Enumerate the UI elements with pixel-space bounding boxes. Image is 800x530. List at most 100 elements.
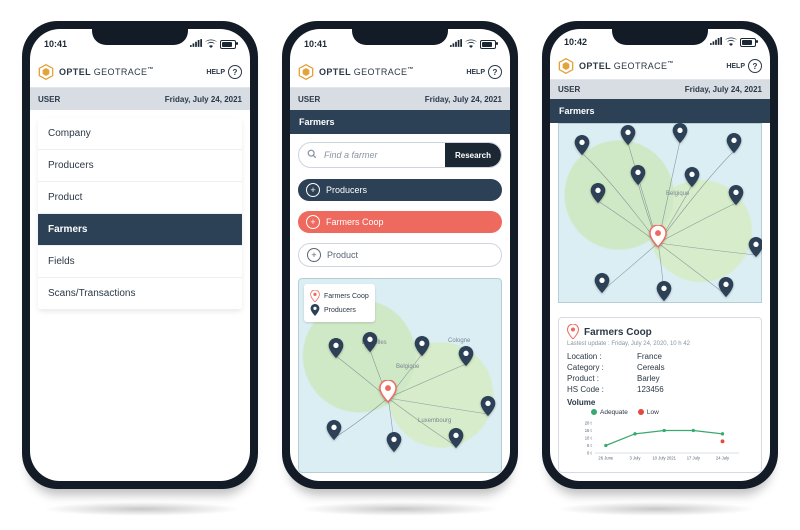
phone-3: 10:42 OPTEL GEOTRACE™ HELP [542, 21, 778, 489]
map-pin-producer[interactable] [672, 123, 688, 143]
map-pin-producer[interactable] [448, 428, 464, 448]
brand: OPTEL GEOTRACE™ [558, 58, 674, 74]
help-button[interactable]: HELP ? [726, 59, 762, 73]
pin-icon [567, 324, 579, 341]
legend-adequate: Adequate [591, 409, 628, 416]
kv-product: Product :Barley [567, 374, 753, 383]
signal-icon [710, 37, 722, 47]
date-label: Friday, July 24, 2021 [685, 85, 762, 94]
brand: OPTEL GEOTRACE™ [38, 64, 154, 80]
screen-2: 10:41 OPTEL GEOTRAC [290, 29, 510, 481]
map-pin-producer[interactable] [458, 346, 474, 366]
card-title: Farmers Coop [584, 327, 652, 338]
user-label: USER [558, 85, 580, 94]
filter-pill-producers[interactable]: + Producers [298, 179, 502, 201]
date-label: Friday, July 24, 2021 [425, 95, 502, 104]
brand: OPTEL GEOTRACE™ [298, 64, 414, 80]
help-icon: ? [488, 65, 502, 79]
map-pin-producer[interactable] [362, 332, 378, 352]
map-label: Belgique [396, 364, 419, 370]
date-label: Friday, July 24, 2021 [165, 95, 242, 104]
kv-hscode: HS Code :123456 [567, 385, 753, 394]
logo-icon [38, 64, 54, 80]
volume-title: Volume [567, 398, 753, 407]
card-subtitle: Lastest update : Friday, July 24, 2020, … [567, 341, 753, 347]
detail-card: Farmers Coop Lastest update : Friday, Ju… [558, 317, 762, 473]
menu-item-scans[interactable]: Scans/Transactions [38, 278, 242, 310]
svg-text:15 t: 15 t [585, 428, 593, 433]
map[interactable]: Farmers Coop Producers Bruxelles Belgiqu… [298, 278, 502, 473]
map-pin-producer[interactable] [590, 183, 606, 203]
svg-text:26 June: 26 June [598, 456, 613, 461]
phone-notch [352, 25, 448, 45]
map-pin-producer[interactable] [328, 338, 344, 358]
logo-icon [298, 64, 314, 80]
svg-text:24 July: 24 July [716, 456, 730, 461]
map-pin-producer[interactable] [620, 125, 636, 145]
volume-chart: 20 t 15 t 10 t 5 t 0 t [567, 418, 753, 468]
phone-shadow [556, 502, 756, 516]
menu-item-product[interactable]: Product [38, 182, 242, 214]
wifi-icon [725, 37, 737, 48]
search-icon [307, 149, 317, 162]
map-pin-producer[interactable] [594, 273, 610, 293]
menu-item-fields[interactable]: Fields [38, 246, 242, 278]
status-time: 10:42 [564, 37, 587, 47]
signal-icon [190, 39, 202, 49]
brand-name: OPTEL GEOTRACE™ [59, 67, 154, 77]
map-pin-producer[interactable] [728, 185, 744, 205]
screen-1: 10:41 OPTEL GEOTRAC [30, 29, 250, 481]
help-button[interactable]: HELP ? [466, 65, 502, 79]
svg-text:5 t: 5 t [587, 443, 592, 448]
menu-item-farmers[interactable]: Farmers [38, 214, 242, 246]
screen-3: 10:42 OPTEL GEOTRACE™ HELP [550, 29, 770, 481]
svg-text:3 July: 3 July [630, 456, 642, 461]
status-icons [190, 39, 236, 50]
map-pin-producer[interactable] [414, 336, 430, 356]
map-pin-producer[interactable] [386, 432, 402, 452]
map[interactable]: Belgique [558, 123, 762, 303]
status-icons [450, 39, 496, 50]
map-pin-producer[interactable] [480, 396, 496, 416]
logo-icon [558, 58, 574, 74]
battery-icon [740, 38, 756, 47]
status-time: 10:41 [304, 39, 327, 49]
wifi-icon [205, 39, 217, 50]
map-pin-producer[interactable] [326, 420, 342, 440]
wifi-icon [465, 39, 477, 50]
chart-legend: Adequate Low [591, 409, 753, 416]
phone-1: 10:41 OPTEL GEOTRAC [22, 21, 258, 489]
filter-pill-product[interactable]: + Product [298, 243, 502, 267]
phone-notch [92, 25, 188, 45]
signal-icon [450, 39, 462, 49]
brand-name: OPTEL GEOTRACE™ [319, 67, 414, 77]
svg-text:20 t: 20 t [585, 421, 593, 426]
pill-label: Farmers Coop [326, 217, 384, 227]
filter-pill-farmerscoop[interactable]: + Farmers Coop [298, 211, 502, 233]
help-button[interactable]: HELP ? [206, 65, 242, 79]
kv-category: Category :Cereals [567, 363, 753, 372]
svg-text:0 t: 0 t [587, 451, 592, 456]
help-label: HELP [726, 63, 745, 70]
section-title: Farmers [290, 110, 510, 134]
map-label: Cologne [448, 338, 470, 344]
user-bar: USER Friday, July 24, 2021 [290, 88, 510, 110]
plus-icon: + [306, 183, 320, 197]
search-input[interactable] [322, 149, 445, 161]
map-pin-producer[interactable] [656, 281, 672, 301]
search-button[interactable]: Research [445, 143, 501, 167]
map-pin-producer[interactable] [574, 135, 590, 155]
legend-low: Low [638, 409, 659, 416]
menu-item-company[interactable]: Company [38, 118, 242, 150]
user-bar: USER Friday, July 24, 2021 [550, 80, 770, 99]
map-pin-coop[interactable] [379, 380, 397, 402]
map-legend: Farmers Coop Producers [304, 284, 375, 322]
menu-item-producers[interactable]: Producers [38, 150, 242, 182]
map-pin-producer[interactable] [630, 165, 646, 185]
map-pin-producer[interactable] [684, 167, 700, 187]
map-pin-producer[interactable] [748, 237, 762, 257]
map-label: Belgique [666, 191, 689, 197]
map-pin-producer[interactable] [718, 277, 734, 297]
map-pin-producer[interactable] [726, 133, 742, 153]
map-pin-coop[interactable] [649, 225, 667, 247]
